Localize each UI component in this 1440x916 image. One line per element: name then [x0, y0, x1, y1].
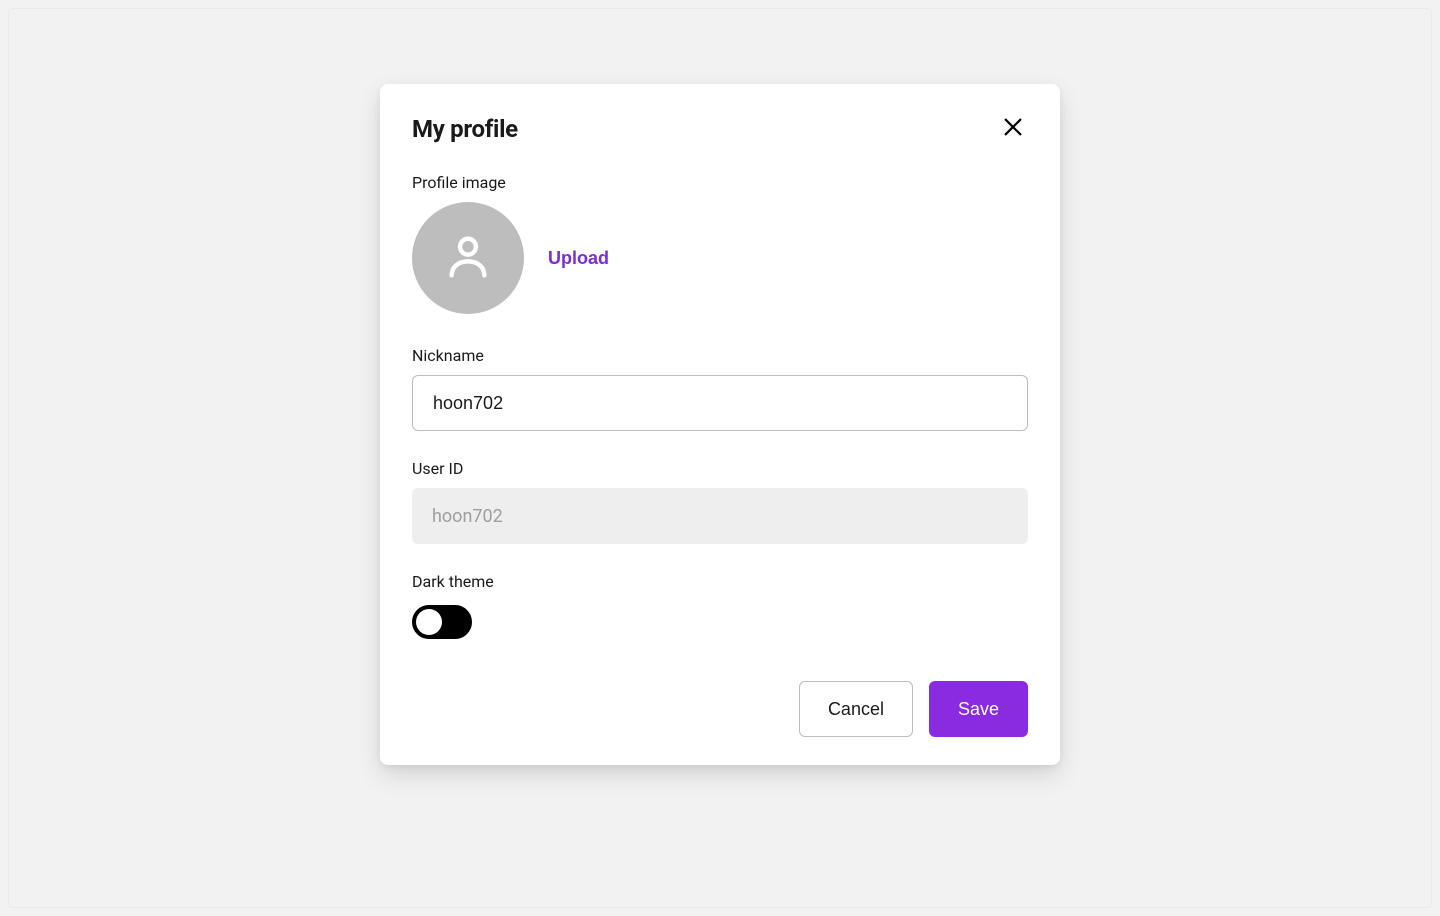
profile-image-row: Upload — [412, 202, 1028, 314]
modal-title: My profile — [412, 115, 518, 143]
close-button[interactable] — [998, 112, 1028, 145]
dark-theme-label: Dark theme — [412, 572, 1028, 591]
profile-modal: My profile Profile image — [380, 84, 1060, 765]
page-background: My profile Profile image — [8, 8, 1432, 908]
avatar-placeholder — [412, 202, 524, 314]
profile-image-label: Profile image — [412, 173, 1028, 192]
dark-theme-section: Dark theme — [412, 572, 1028, 639]
user-id-display: hoon702 — [412, 488, 1028, 544]
person-icon — [440, 228, 496, 288]
modal-header: My profile — [412, 112, 1028, 145]
nickname-section: Nickname — [412, 346, 1028, 431]
toggle-knob — [416, 609, 442, 635]
close-icon — [1002, 116, 1024, 141]
nickname-input[interactable] — [412, 375, 1028, 431]
modal-actions: Cancel Save — [412, 681, 1028, 737]
upload-button[interactable]: Upload — [548, 248, 609, 269]
user-id-label: User ID — [412, 459, 1028, 478]
dark-theme-toggle[interactable] — [412, 605, 472, 639]
save-button[interactable]: Save — [929, 681, 1028, 737]
user-id-section: User ID hoon702 — [412, 459, 1028, 544]
cancel-button[interactable]: Cancel — [799, 681, 913, 737]
user-id-value: hoon702 — [432, 506, 503, 527]
nickname-label: Nickname — [412, 346, 1028, 365]
profile-image-section: Profile image Upload — [412, 173, 1028, 314]
